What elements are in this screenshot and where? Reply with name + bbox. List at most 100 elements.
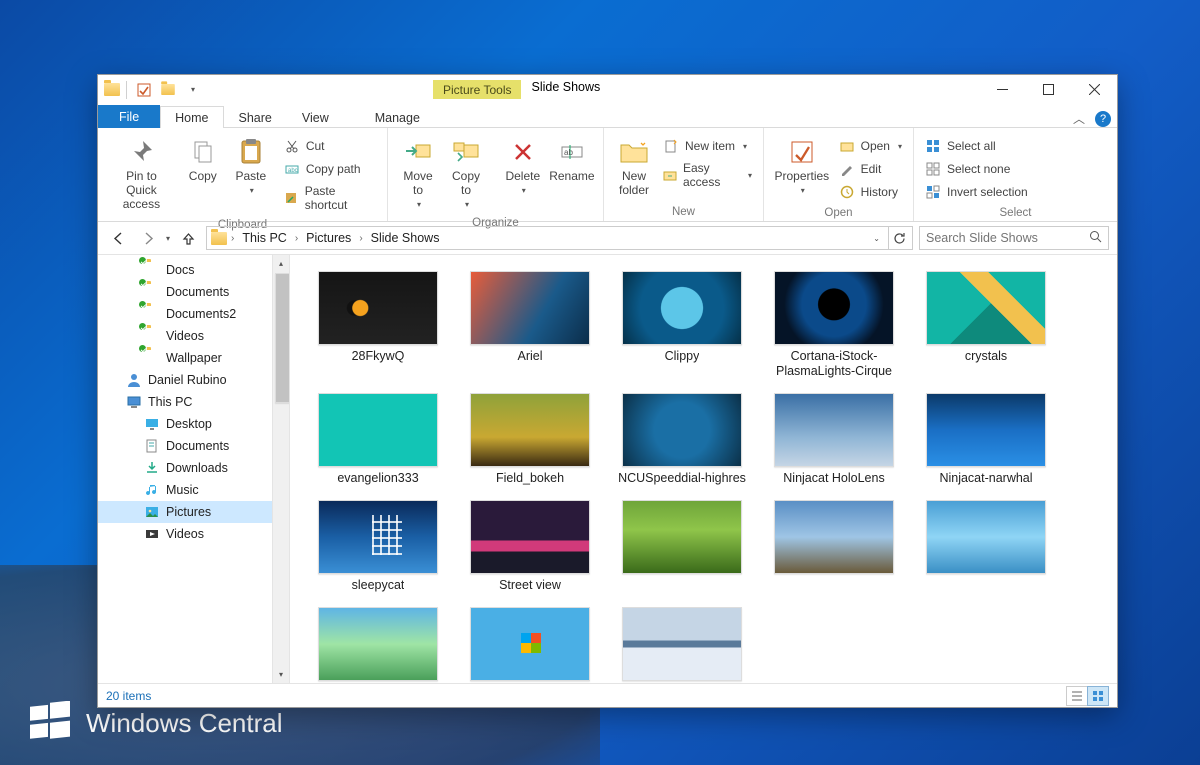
view-large-icons-button[interactable] — [1087, 686, 1109, 706]
paste-button[interactable]: Paste ▾ — [227, 132, 275, 199]
new-item-button[interactable]: New item▾ — [658, 135, 757, 157]
windows-central-logo-icon — [28, 701, 72, 745]
copy-path-button[interactable]: abcCopy path — [279, 158, 381, 180]
file-item[interactable]: 28FkywQ — [308, 267, 448, 383]
music-icon — [144, 482, 160, 498]
sidebar-item-desktop[interactable]: Desktop — [98, 413, 289, 435]
recent-locations-icon[interactable]: ▾ — [166, 234, 170, 243]
address-dropdown-icon[interactable]: ⌄ — [867, 234, 886, 243]
properties-button[interactable]: Properties▾ — [770, 132, 834, 199]
search-icon[interactable] — [1089, 230, 1102, 246]
file-item[interactable]: Street view — [460, 496, 600, 597]
desktop-icon — [144, 416, 160, 432]
file-item[interactable]: Cortana-iStock-PlasmaLights-Cirque — [764, 267, 904, 383]
pin-to-quick-access-button[interactable]: Pin to Quick access — [104, 132, 179, 215]
help-icon[interactable]: ? — [1095, 111, 1111, 127]
open-button[interactable]: Open▾ — [834, 135, 907, 157]
new-folder-icon — [618, 136, 650, 168]
qat-newfolder-icon[interactable] — [157, 79, 179, 101]
file-item[interactable] — [612, 603, 752, 683]
edit-button[interactable]: Edit — [834, 158, 907, 180]
tab-file[interactable]: File — [98, 105, 160, 128]
copy-to-button[interactable]: Copy to▾ — [442, 132, 490, 213]
sidebar-item-this-pc[interactable]: This PC — [98, 391, 289, 413]
file-item[interactable]: Ninjacat HoloLens — [764, 389, 904, 490]
file-item[interactable]: Clippy — [612, 267, 752, 383]
file-item[interactable] — [612, 496, 752, 597]
new-item-icon — [663, 138, 679, 154]
tab-manage[interactable]: Manage — [360, 107, 435, 128]
file-name-label: 28FkywQ — [352, 349, 405, 364]
thumbnail-image — [318, 500, 438, 574]
sidebar-item-pictures[interactable]: Pictures — [98, 501, 289, 523]
sidebar-scrollbar[interactable]: ▴ ▾ — [272, 255, 289, 683]
file-item[interactable]: evangelion333 — [308, 389, 448, 490]
chevron-right-icon[interactable]: › — [229, 233, 236, 244]
file-item[interactable] — [460, 603, 600, 683]
sidebar-item-downloads[interactable]: Downloads — [98, 457, 289, 479]
paste-shortcut-button[interactable]: Paste shortcut — [279, 181, 381, 215]
thumbnail-image — [318, 607, 438, 681]
close-button[interactable] — [1071, 75, 1117, 104]
invert-selection-button[interactable]: Invert selection — [920, 181, 1033, 203]
history-button[interactable]: History — [834, 181, 907, 203]
item-count-label: 20 items — [106, 689, 151, 703]
chevron-right-icon[interactable]: › — [357, 233, 364, 244]
move-to-button[interactable]: Move to▾ — [394, 132, 442, 213]
delete-button[interactable]: Delete▾ — [499, 132, 547, 199]
tab-home[interactable]: Home — [160, 106, 223, 128]
nav-back-button[interactable] — [106, 226, 130, 250]
cut-button[interactable]: Cut — [279, 135, 381, 157]
select-none-button[interactable]: Select none — [920, 158, 1033, 180]
file-item[interactable] — [764, 496, 904, 597]
file-list-pane[interactable]: 28FkywQ Ariel ClippyCortana-iStock-PlasmaL… — [290, 255, 1117, 683]
file-item[interactable]: Ninjacat-narwhal — [916, 389, 1056, 490]
file-item[interactable] — [308, 603, 448, 683]
sidebar-item-documents2[interactable]: Documents2 — [98, 303, 289, 325]
qat-customize-caret-icon[interactable]: ▾ — [181, 79, 203, 101]
copy-button[interactable]: Copy — [179, 132, 227, 188]
sidebar-item-docs[interactable]: Docs — [98, 259, 289, 281]
file-item[interactable]: sleepycat — [308, 496, 448, 597]
titlebar[interactable]: ▾ Picture Tools Slide Shows — [98, 75, 1117, 104]
nav-up-button[interactable] — [176, 226, 200, 250]
file-item[interactable]: Ariel — [460, 267, 600, 383]
file-item[interactable] — [916, 496, 1056, 597]
collapse-ribbon-icon[interactable]: ︿ — [1073, 110, 1085, 127]
file-item[interactable]: crystals — [916, 267, 1056, 383]
select-all-button[interactable]: Select all — [920, 135, 1033, 157]
select-all-icon — [925, 138, 941, 154]
file-item[interactable]: Field_bokeh — [460, 389, 600, 490]
search-input[interactable] — [926, 231, 1089, 245]
sidebar-item-user[interactable]: Daniel Rubino — [98, 369, 289, 391]
sidebar-item-music[interactable]: Music — [98, 479, 289, 501]
breadcrumb-bar[interactable]: › This PC › Pictures › Slide Shows ⌄ — [206, 226, 913, 250]
crumb-slide-shows[interactable]: Slide Shows — [367, 229, 444, 247]
sidebar-item-videos[interactable]: Videos — [98, 325, 289, 347]
file-item[interactable]: NCUSpeeddial-highres — [612, 389, 752, 490]
sidebar-item-documents[interactable]: Documents — [98, 281, 289, 303]
file-name-label: Ariel — [517, 349, 542, 364]
sidebar-item-wallpaper[interactable]: Wallpaper — [98, 347, 289, 369]
search-box[interactable] — [919, 226, 1109, 250]
crumb-pictures[interactable]: Pictures — [302, 229, 355, 247]
chevron-right-icon[interactable]: › — [293, 233, 300, 244]
sidebar-item-videos-pc[interactable]: Videos — [98, 523, 289, 545]
maximize-button[interactable] — [1025, 75, 1071, 104]
rename-button[interactable]: ab Rename — [547, 132, 597, 188]
navigation-pane[interactable]: Docs Documents Documents2 Videos Wallpap… — [98, 255, 290, 683]
scroll-down-icon[interactable]: ▾ — [273, 666, 289, 683]
view-details-button[interactable] — [1066, 686, 1088, 706]
scroll-thumb[interactable] — [275, 273, 290, 403]
refresh-button[interactable] — [888, 227, 910, 249]
qat-properties-icon[interactable] — [133, 79, 155, 101]
easy-access-button[interactable]: Easy access▾ — [658, 158, 757, 192]
scroll-up-icon[interactable]: ▴ — [273, 255, 289, 272]
nav-forward-button[interactable] — [136, 226, 160, 250]
sidebar-item-documents-pc[interactable]: Documents — [98, 435, 289, 457]
tab-share[interactable]: Share — [224, 106, 287, 128]
minimize-button[interactable] — [979, 75, 1025, 104]
new-folder-button[interactable]: New folder — [610, 132, 658, 202]
crumb-this-pc[interactable]: This PC — [238, 229, 290, 247]
tab-view[interactable]: View — [287, 106, 344, 128]
